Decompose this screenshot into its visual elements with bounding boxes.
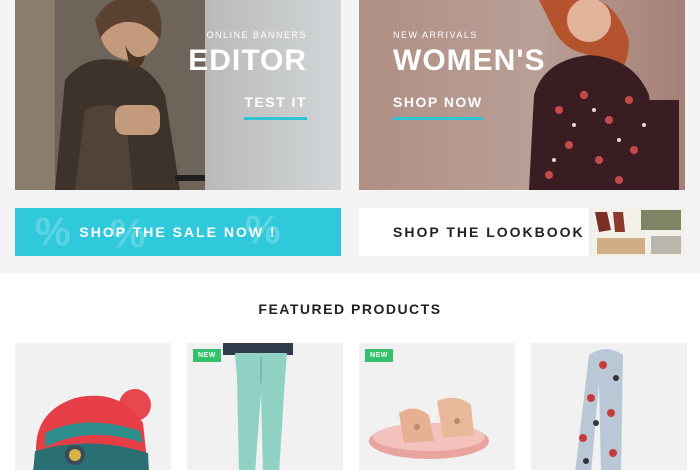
editor-banner[interactable]: ONLINE BANNERS EDITOR TEST IT xyxy=(15,0,341,190)
shop-lookbook-banner[interactable]: SHOP THE LOOKBOOK xyxy=(359,208,685,256)
percent-decoration: % xyxy=(35,210,71,254)
man-photo xyxy=(15,0,205,190)
banner-kicker: NEW ARRIVALS xyxy=(393,30,478,40)
editor-banner-text: ONLINE BANNERS EDITOR TEST IT xyxy=(188,30,307,120)
shop-lookbook-label[interactable]: SHOP THE LOOKBOOK xyxy=(393,224,585,240)
jeans-image xyxy=(223,343,293,470)
sandals-image xyxy=(369,397,489,459)
product-card-sandals[interactable]: NEW xyxy=(359,343,515,470)
banner-headline: WOMEN'S xyxy=(393,44,546,77)
beanie-image xyxy=(33,389,151,470)
featured-products-title: FEATURED PRODUCTS xyxy=(258,301,442,317)
womens-banner-text: NEW ARRIVALS WOMEN'S SHOP NOW xyxy=(393,30,545,120)
product-card-jeans[interactable]: NEW xyxy=(187,343,343,470)
product-card-scarf[interactable] xyxy=(531,343,687,470)
shop-now-button[interactable]: SHOP NOW xyxy=(393,94,483,120)
shop-sale-banner[interactable]: % % % SHOP THE SALE NOW ! xyxy=(15,208,341,256)
scarf-image xyxy=(575,349,623,470)
new-badge: NEW xyxy=(365,349,393,362)
lookbook-items-image xyxy=(589,208,685,256)
product-card-beanie[interactable] xyxy=(15,343,171,470)
shop-sale-label[interactable]: SHOP THE SALE NOW ! xyxy=(79,224,276,240)
banner-kicker: ONLINE BANNERS xyxy=(206,30,307,40)
new-badge: NEW xyxy=(193,349,221,362)
featured-products-section: FEATURED PRODUCTS NEW NEW xyxy=(0,273,700,470)
banner-headline: EDITOR xyxy=(188,44,307,77)
test-it-button[interactable]: TEST IT xyxy=(244,94,307,120)
womens-banner[interactable]: NEW ARRIVALS WOMEN'S SHOP NOW xyxy=(359,0,685,190)
